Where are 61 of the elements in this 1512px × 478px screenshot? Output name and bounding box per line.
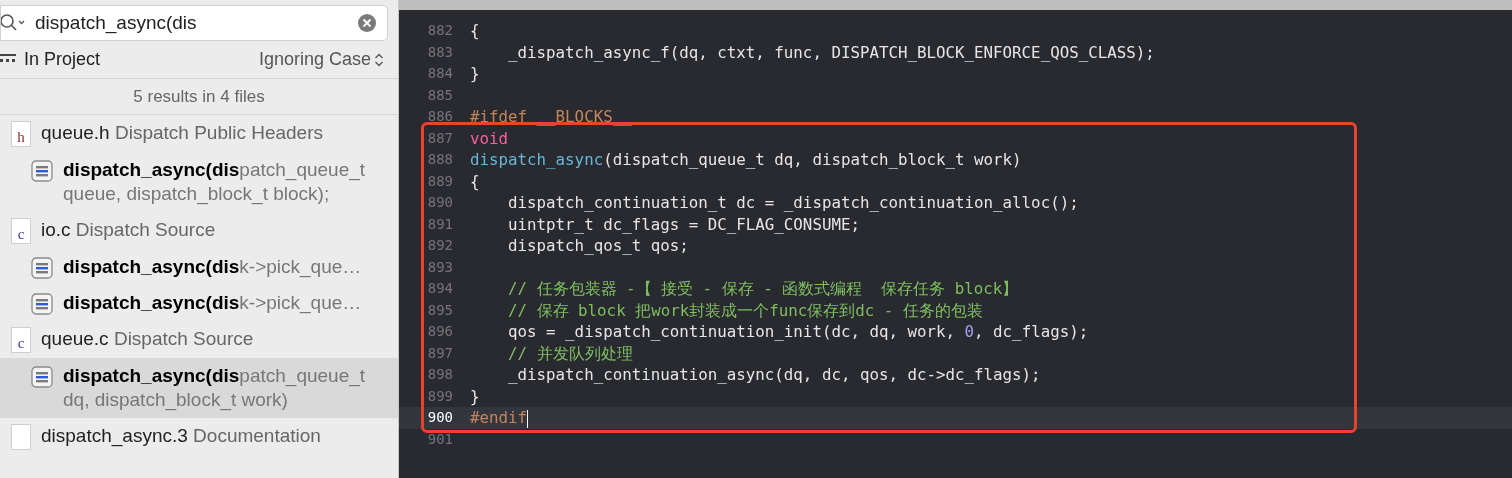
list-icon [31,293,53,315]
result-match[interactable]: dispatch_async(disk->pick_que… [0,285,398,321]
line-number: 887 [426,128,453,148]
line-number: 896 [426,322,453,341]
code-line: qos = _dispatch_continuation_init(dc, dq, work, 0, dc_flags); [507,321,1089,343]
search-query: dispatch_async(dis [35,10,198,36]
code-line: #ifdef __BLOCKS__ [470,106,632,128]
file-icon: h [11,120,31,147]
list-icon [31,160,53,182]
result-match[interactable]: dispatch_async(disk->pick_que… [0,249,398,285]
result-file[interactable]: io.c Dispatch Source [41,216,216,245]
line-number: 899 [426,386,453,406]
code-line: void [470,127,509,149]
line-number: 892 [426,236,453,255]
result-match[interactable]: dispatch_async(dispatch_queue_t queue, dispatch_block_t block); [0,152,398,212]
list-icon [31,257,53,279]
file-icon: c [11,326,31,353]
code-line: } [470,63,480,85]
code-line: // 任务包装器 -【 接受 - 保存 - 函数式编程 保存任务 block】 [507,278,1019,300]
line-number: 889 [426,171,453,191]
result-match[interactable]: dispatch_async(dispatch_queue_t dq, dispatch_block_t work) [0,358,398,418]
line-number: 883 [426,42,453,62]
code-line: } [470,385,480,407]
result-file[interactable]: queue.h Dispatch Public Headers [41,119,323,148]
chevron-icon [374,51,384,68]
clear-icon[interactable] [357,13,377,33]
result-file[interactable]: dispatch_async.3 Documentation [41,422,321,451]
code-line: { [470,20,480,42]
line-number: 882 [426,21,453,40]
line-number: 897 [426,343,453,363]
result-file[interactable]: queue.c Dispatch Source [41,325,254,354]
case-option-button[interactable]: Ignoring Case [258,46,384,73]
line-number: 888 [426,150,453,169]
code-line: dispatch_qos_t qos; [507,235,689,257]
code-line: // 并发队列处理 [507,342,633,364]
file-icon [11,423,31,450]
code-line: // 保存 block 把work封装成一个func保存到dc - 任务的包装 [507,299,983,321]
line-number: 895 [426,300,453,320]
line-number: 884 [426,64,453,83]
code-line: dispatch_continuation_t dc = _dispatch_continuation_alloc(); [507,192,1079,214]
search-icon [1,13,27,33]
search-field[interactable]: dispatch_async(dis [0,5,388,41]
line-number: 900 [426,408,453,427]
results-summary: 5 results in 4 files [0,79,398,115]
code-line: _dispatch_async_f(dq, ctxt, func, DISPATCH_BLOCK_ENFORCE_QOS_CLASS); [507,41,1155,63]
line-number: 894 [426,279,453,298]
code-line: _dispatch_continuation_async(dq, dc, qos, dc->dc_flags); [507,364,1041,386]
code-line: uintptr_t dc_flags = DC_FLAG_CONSUME; [507,213,860,235]
line-number: 901 [426,429,453,449]
file-icon: c [11,217,31,244]
line-number: 890 [426,193,453,212]
scope-button[interactable]: In Project [24,46,101,73]
line-number: 885 [426,85,453,105]
line-number: 898 [426,365,453,384]
line-number: 891 [426,214,453,234]
line-number: 886 [426,107,453,126]
line-number: 893 [426,257,453,277]
code-line: dispatch_async(dispatch_queue_t dq, dispatch_block_t work) [470,149,1022,171]
list-icon [31,366,53,388]
code-line: { [470,170,480,192]
code-line: #endif [470,407,529,429]
